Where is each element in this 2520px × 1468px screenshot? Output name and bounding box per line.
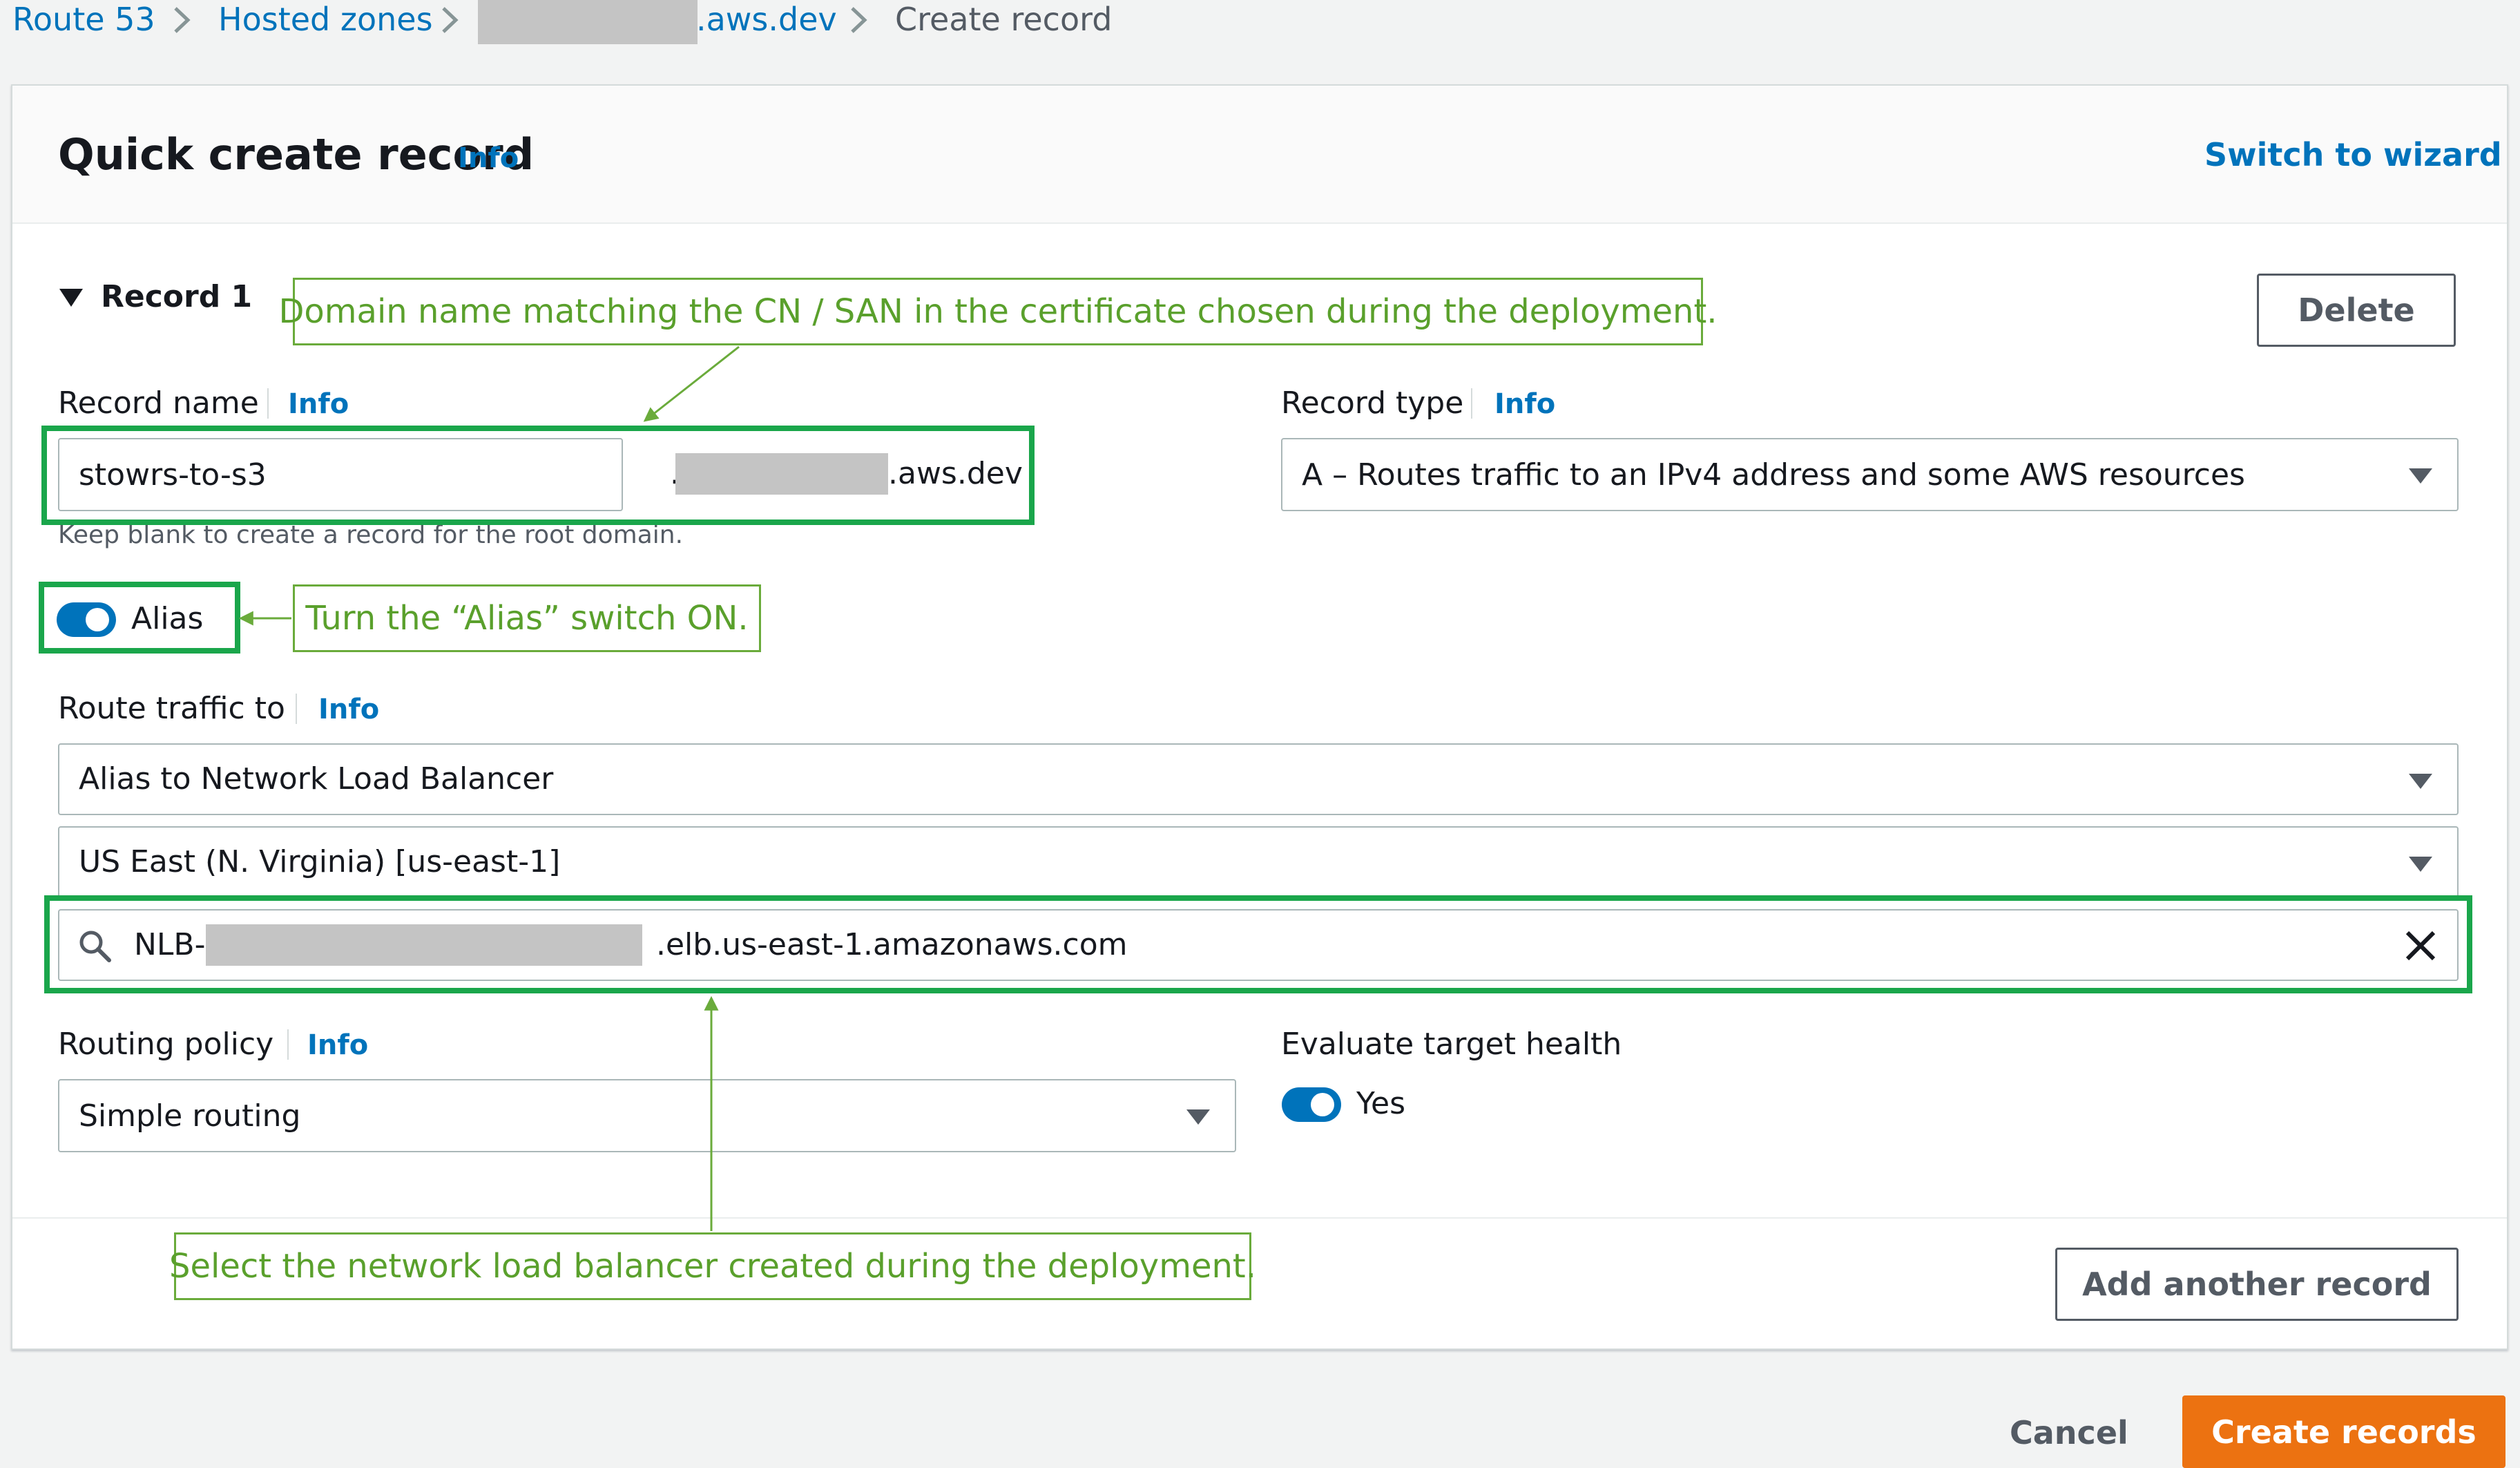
routing-policy-info-link[interactable]: Info xyxy=(307,1028,368,1062)
endpoint-select[interactable]: Alias to Network Load Balancer xyxy=(58,743,2459,815)
route-traffic-label: Route traffic to xyxy=(58,691,285,726)
evaluate-health-toggle[interactable] xyxy=(1282,1087,1341,1122)
chevron-right-icon xyxy=(442,7,459,33)
routing-policy-select[interactable]: Simple routing xyxy=(58,1079,1236,1152)
breadcrumb-route53[interactable]: Route 53 xyxy=(12,0,155,39)
caret-down-icon[interactable] xyxy=(59,289,83,308)
caret-down-icon xyxy=(2409,857,2432,872)
label-separator xyxy=(267,388,269,419)
switch-to-wizard-link[interactable]: Switch to wizard xyxy=(2204,135,2502,174)
label-separator xyxy=(296,694,297,724)
redacted-zone-name xyxy=(478,0,698,44)
caret-down-icon xyxy=(1186,1109,1210,1125)
routing-policy-label: Routing policy xyxy=(58,1027,274,1062)
label-separator xyxy=(287,1029,289,1060)
record-type-label: Record type xyxy=(1281,385,1464,421)
record-name-label: Record name xyxy=(58,385,259,421)
title-info-link[interactable]: Info xyxy=(458,141,519,175)
caret-down-icon xyxy=(2409,774,2432,789)
record-name-highlight xyxy=(41,426,1035,525)
region-value: US East (N. Virginia) [us-east-1] xyxy=(79,844,561,879)
evaluate-health-value: Yes xyxy=(1356,1086,1406,1121)
callout-alias: Turn the “Alias” switch ON. xyxy=(293,584,761,652)
record-type-info-link[interactable]: Info xyxy=(1494,387,1555,421)
routing-policy-value: Simple routing xyxy=(79,1098,301,1134)
record-name-info-link[interactable]: Info xyxy=(288,387,349,421)
evaluate-health-label: Evaluate target health xyxy=(1281,1027,1622,1062)
callout-domain: Domain name matching the CN / SAN in the… xyxy=(278,278,1718,345)
create-records-button[interactable]: Create records xyxy=(2182,1395,2505,1468)
toggle-knob xyxy=(1311,1093,1334,1116)
cancel-button[interactable]: Cancel xyxy=(2010,1413,2128,1452)
callout-nlb: Select the network load balancer created… xyxy=(169,1232,1256,1300)
alias-highlight xyxy=(39,582,240,654)
record-section-title[interactable]: Record 1 xyxy=(101,278,252,316)
label-separator xyxy=(1471,388,1472,419)
card-footer-divider xyxy=(12,1217,2507,1219)
load-balancer-highlight xyxy=(44,895,2472,993)
add-another-record-button[interactable]: Add another record xyxy=(2055,1248,2459,1321)
quick-create-card xyxy=(11,84,2508,1350)
route-traffic-info-link[interactable]: Info xyxy=(318,692,379,727)
caret-down-icon xyxy=(2409,468,2432,484)
breadcrumb-hosted-zones[interactable]: Hosted zones xyxy=(218,0,433,39)
chevron-right-icon xyxy=(174,7,191,33)
chevron-right-icon xyxy=(851,7,867,33)
record-type-value: A – Routes traffic to an IPv4 address an… xyxy=(1302,457,2245,493)
breadcrumb-zone[interactable]: .aws.dev xyxy=(696,0,837,39)
endpoint-value: Alias to Network Load Balancer xyxy=(79,761,554,797)
delete-button[interactable]: Delete xyxy=(2257,274,2456,347)
record-type-select[interactable]: A – Routes traffic to an IPv4 address an… xyxy=(1281,438,2459,511)
breadcrumb-current: Create record xyxy=(895,1,1113,38)
region-select[interactable]: US East (N. Virginia) [us-east-1] xyxy=(58,826,2459,898)
